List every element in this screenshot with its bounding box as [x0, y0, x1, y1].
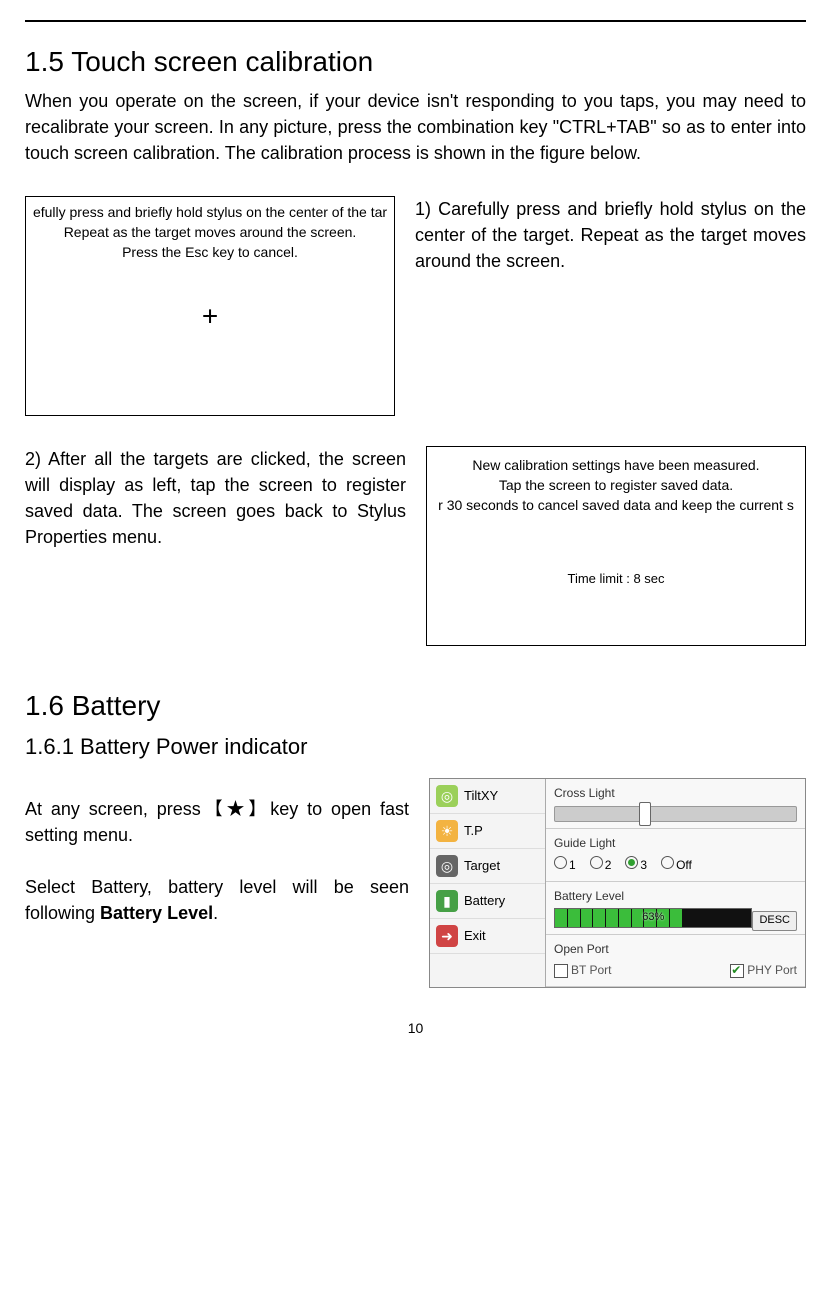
calib1-text-line2: Repeat as the target moves around the sc… [26, 222, 394, 242]
calib2-time-limit: Time limit : 8 sec [427, 570, 805, 589]
crosshair-icon: + [202, 296, 218, 337]
calibration-screen-1: efully press and briefly hold stylus on … [25, 196, 395, 416]
menu-item-exit[interactable]: ➜ Exit [430, 919, 545, 954]
section-1-6-1-subheading: 1.6.1 Battery Power indicator [25, 731, 806, 763]
menu-item-battery[interactable]: ▮ Battery [430, 884, 545, 919]
radio-1[interactable]: 1 [554, 856, 576, 874]
battery-level-label-menu: Battery Level [554, 888, 797, 905]
calib2-text-line1: New calibration settings have been measu… [427, 455, 805, 475]
menu-label-target: Target [464, 857, 500, 876]
menu-label-tp: T.P [464, 822, 483, 841]
open-port-label: Open Port [554, 941, 797, 958]
battery-level-bar: 63% [554, 908, 752, 928]
open-port-row: Open Port BT Port PHY Port [546, 935, 805, 987]
radio-2[interactable]: 2 [590, 856, 612, 874]
fast-menu-right-panel: Cross Light Guide Light 1 2 3 Off Batte [546, 779, 805, 986]
battery-icon: ▮ [436, 890, 458, 912]
target-icon: ◎ [436, 855, 458, 877]
radio-3[interactable]: 3 [625, 856, 647, 874]
calib2-text-line3: r 30 seconds to cancel saved data and ke… [427, 495, 805, 515]
step2-text: 2) After all the targets are clicked, th… [25, 446, 406, 550]
section-1-6-heading: 1.6 Battery [25, 686, 806, 727]
page-number: 10 [25, 1018, 806, 1038]
fast-setting-menu: ◎ TiltXY ☀ T.P ◎ Target ▮ Battery ➜ Ex [429, 778, 806, 987]
cross-light-label: Cross Light [554, 785, 797, 802]
battery-percentage: 63% [555, 910, 751, 926]
menu-label-exit: Exit [464, 927, 486, 946]
step1-text: 1) Carefully press and briefly hold styl… [415, 196, 806, 274]
fast-menu-left-panel: ◎ TiltXY ☀ T.P ◎ Target ▮ Battery ➜ Ex [430, 779, 546, 986]
cross-light-slider[interactable] [554, 806, 797, 822]
battery-level-row: Battery Level DESC 63% [546, 882, 805, 935]
cross-light-row: Cross Light [546, 779, 805, 828]
menu-item-tp[interactable]: ☀ T.P [430, 814, 545, 849]
calib1-text-line3: Press the Esc key to cancel. [26, 242, 394, 262]
menu-item-target[interactable]: ◎ Target [430, 849, 545, 884]
fast-setting-p2: Select Battery, battery level will be se… [25, 874, 409, 926]
calib1-text-line1: efully press and briefly hold stylus on … [26, 202, 394, 222]
section-1-5-intro: When you operate on the screen, if your … [25, 88, 806, 166]
slider-thumb-icon[interactable] [639, 802, 651, 826]
calib2-text-line2: Tap the screen to register saved data. [427, 475, 805, 495]
desc-button[interactable]: DESC [752, 911, 797, 931]
section-1-5-heading: 1.5 Touch screen calibration [25, 42, 806, 83]
fast-setting-p1: At any screen, press【★】key to open fast … [25, 796, 409, 848]
globe-icon: ◎ [436, 785, 458, 807]
menu-item-tiltxy[interactable]: ◎ TiltXY [430, 779, 545, 814]
bt-port-checkbox[interactable]: BT Port [554, 962, 611, 979]
phy-port-checkbox[interactable]: PHY Port [730, 962, 797, 979]
radio-off[interactable]: Off [661, 856, 692, 874]
fast-setting-p2c: . [213, 903, 218, 923]
sun-icon: ☀ [436, 820, 458, 842]
menu-label-tiltxy: TiltXY [464, 787, 498, 806]
exit-icon: ➜ [436, 925, 458, 947]
guide-light-label: Guide Light [554, 835, 797, 852]
menu-label-battery: Battery [464, 892, 505, 911]
battery-level-bold: Battery Level [100, 903, 213, 923]
calibration-screen-2: New calibration settings have been measu… [426, 446, 806, 646]
guide-light-row: Guide Light 1 2 3 Off [546, 829, 805, 882]
